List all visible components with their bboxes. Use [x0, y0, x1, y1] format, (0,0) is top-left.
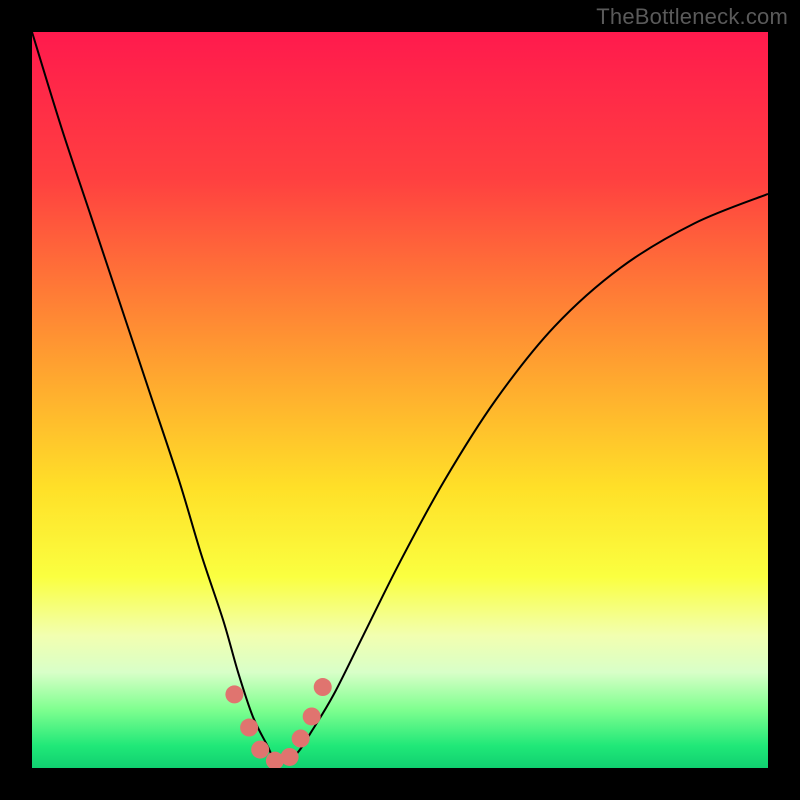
marker-dot — [225, 685, 243, 703]
marker-dot — [314, 678, 332, 696]
watermark-label: TheBottleneck.com — [596, 4, 788, 30]
marker-dot — [303, 707, 321, 725]
marker-dot — [281, 748, 299, 766]
marker-dot — [240, 719, 258, 737]
plot-area — [32, 32, 768, 768]
marker-dot — [251, 741, 269, 759]
plot-svg — [32, 32, 768, 768]
chart-frame: TheBottleneck.com — [0, 0, 800, 800]
marker-dot — [292, 730, 310, 748]
gradient-background — [32, 32, 768, 768]
